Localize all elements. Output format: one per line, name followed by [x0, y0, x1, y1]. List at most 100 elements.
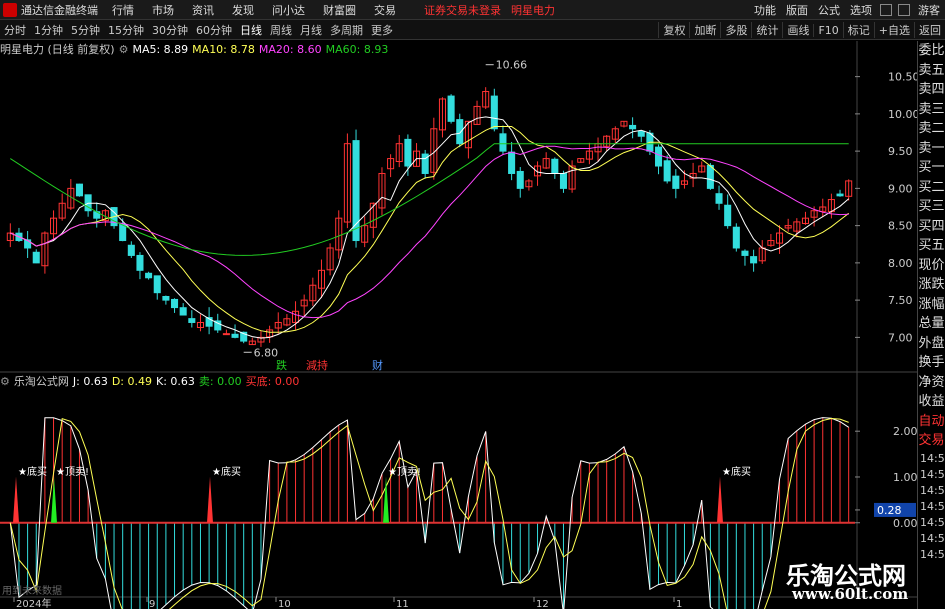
chart-canvas[interactable]: 10.5010.009.509.008.508.007.507.0010.666… [0, 0, 945, 609]
panel-buy3[interactable]: 买三 [918, 197, 945, 217]
stock-title: 明星电力 (日线 前复权) [0, 43, 115, 56]
candle-body [447, 95, 455, 122]
panel-outer[interactable]: 外盘 [918, 334, 945, 354]
ma10-line [10, 126, 850, 333]
ma60-line [10, 143, 849, 256]
candle-body [551, 158, 559, 174]
sub-tick-label: 1.00 [893, 471, 918, 484]
buy-signal-2-label: ★底买 [212, 465, 241, 478]
candle-body [715, 193, 723, 204]
candle-body [516, 170, 524, 189]
sub-tick-label: 2.00 [893, 425, 918, 438]
panel-time-6: 14:5 [920, 531, 945, 545]
ma10-value: MA10: 8.78 [192, 42, 255, 56]
sub-tick-label: 0.00 [893, 517, 918, 530]
candle-body [732, 226, 740, 249]
candle-body [179, 307, 187, 316]
panel-sell3[interactable]: 卖三 [918, 100, 945, 120]
candle-body [145, 272, 153, 279]
d-line [9, 417, 849, 609]
buy-signal-3-label: ★底买 [722, 465, 751, 478]
sell-signal-2-label: ★顶卖! [388, 466, 421, 478]
price-tick-label: 9.50 [888, 145, 913, 158]
panel-sell4[interactable]: 卖四 [918, 80, 945, 100]
candle-body [706, 164, 714, 189]
settings-icon[interactable]: ⚙ [119, 43, 129, 56]
price-tick-label: 7.50 [888, 294, 913, 307]
candle-body [655, 146, 663, 167]
panel-nav[interactable]: 净资 [918, 373, 945, 393]
candle-body [490, 95, 498, 130]
ma20-line [10, 145, 849, 319]
time-tick-label: 1 [676, 599, 682, 609]
candle-body [663, 160, 671, 182]
event-label-reduce: 減持 [306, 358, 328, 372]
candle-body [171, 298, 179, 309]
k-line [9, 417, 849, 609]
time-tick-label: 9 [149, 599, 155, 609]
candle-body [32, 251, 40, 264]
buy-signal-3-spike [717, 476, 723, 523]
candle-body [162, 295, 170, 301]
panel-time-4: 14:5 [920, 499, 945, 513]
price-tick-label: 8.50 [888, 220, 913, 233]
j-value: J: 0.63 [72, 374, 108, 388]
panel-sell1[interactable]: 卖一 [918, 139, 945, 159]
panel-volume[interactable]: 总量 [918, 314, 945, 334]
quote-panel: 委比 卖五 卖四 卖三 卖二 卖一 买一 买二 买三 买四 买五 现价 涨跌 涨… [917, 41, 945, 609]
low-label: 6.80 [254, 346, 279, 359]
candle-body [456, 119, 464, 145]
panel-time-3: 14:5 [920, 483, 945, 497]
panel-change[interactable]: 涨跌 [918, 275, 945, 295]
panel-sell2[interactable]: 卖二 [918, 119, 945, 139]
future-data-note: 用到未来数据 [2, 586, 62, 597]
indicator-settings-icon[interactable]: ⚙ [0, 375, 10, 388]
k-value: K: 0.63 [156, 374, 195, 388]
panel-eps[interactable]: 收益 [918, 392, 945, 412]
candle-body [741, 250, 749, 256]
candle-body [75, 183, 83, 197]
panel-pct[interactable]: 涨幅 [918, 295, 945, 315]
event-label-drop: 跌 [276, 358, 287, 372]
high-label: 10.66 [496, 59, 528, 72]
panel-turnover[interactable]: 换手 [918, 353, 945, 373]
buy-signal-1-label: ★底买 [18, 465, 47, 478]
buy-signal-2-spike [207, 476, 213, 523]
candle-body [136, 254, 144, 271]
ma5-value: MA5: 8.89 [132, 42, 189, 56]
price-tick-label: 10.50 [888, 71, 920, 84]
stock-app-window: { "menubar": { "app_name": "通达信金融终端", "i… [0, 0, 945, 609]
panel-auto[interactable]: 自动 [918, 412, 945, 432]
panel-buy5[interactable]: 买五 [918, 236, 945, 256]
candle-body [153, 275, 161, 294]
panel-buy1[interactable]: 买一 [918, 158, 945, 178]
price-tick-label: 9.00 [888, 182, 913, 195]
event-label-finance: 财 [372, 358, 383, 372]
time-tick-label: 12 [536, 599, 549, 609]
candle-body [559, 173, 567, 189]
panel-time-1: 14:5 [920, 451, 945, 465]
panel-time-2: 14:5 [920, 467, 945, 481]
candle-body [724, 204, 732, 227]
candle-body [222, 333, 230, 336]
panel-trade[interactable]: 交易 [918, 431, 945, 451]
panel-buy2[interactable]: 买二 [918, 178, 945, 198]
panel-wbi[interactable]: 委比 [918, 41, 945, 61]
candle-body [352, 140, 360, 242]
candle-body [404, 138, 412, 167]
panel-sell5[interactable]: 卖五 [918, 61, 945, 81]
panel-price[interactable]: 现价 [918, 256, 945, 276]
buy-signal-1-spike [13, 476, 19, 523]
panel-buy4[interactable]: 买四 [918, 217, 945, 237]
indicator-title: 乐淘公式网 [13, 375, 69, 388]
price-tick-label: 10.00 [888, 108, 920, 121]
candle-body [508, 151, 516, 174]
panel-time-5: 14:5 [920, 515, 945, 529]
d-value: D: 0.49 [111, 374, 152, 388]
ma20-value: MA20: 8.60 [258, 42, 322, 56]
current-value-label: 0.28 [877, 504, 902, 517]
sell-value: 卖: 0.00 [198, 375, 242, 388]
time-tick-label: 11 [396, 599, 409, 609]
ma60-value: MA60: 8.93 [325, 42, 389, 56]
price-tick-label: 7.00 [888, 331, 913, 344]
